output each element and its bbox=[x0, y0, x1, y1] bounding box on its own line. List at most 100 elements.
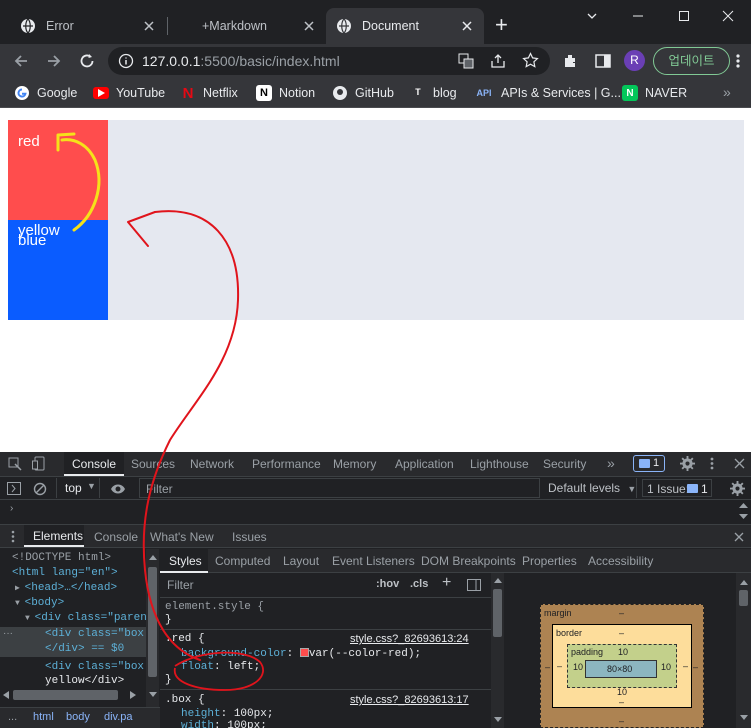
tab-markdown[interactable]: +Markdown bbox=[170, 8, 326, 44]
scroll-down-icon[interactable] bbox=[739, 514, 748, 520]
scrollbar-thumb[interactable] bbox=[148, 567, 157, 677]
red-rule-source-link[interactable]: style.css?_82693613:24 bbox=[350, 633, 469, 645]
hover-state-toggle[interactable]: :hov bbox=[376, 578, 399, 590]
minimize-icon[interactable] bbox=[615, 0, 661, 32]
red-bg-declaration[interactable]: background-color: var(--color-red); bbox=[181, 648, 421, 660]
address-bar[interactable]: 127.0.0.1:5500/basic/index.html bbox=[108, 47, 550, 75]
extensions-icon[interactable] bbox=[562, 52, 580, 70]
drawer-tab-security[interactable]: Security bbox=[543, 457, 586, 471]
console-filter-input[interactable]: Filter bbox=[139, 478, 540, 498]
tab-search-chevron-icon[interactable] bbox=[569, 0, 615, 32]
scroll-up-icon[interactable] bbox=[739, 502, 748, 508]
close-devtools-icon[interactable] bbox=[734, 458, 745, 469]
breadcrumb-html[interactable]: html bbox=[33, 711, 54, 723]
breadcrumb-ellipsis[interactable]: ... bbox=[8, 711, 17, 723]
reload-icon[interactable] bbox=[78, 52, 96, 70]
drawer-tab-memory[interactable]: Memory bbox=[333, 457, 376, 471]
styles-vertical-scrollbar[interactable] bbox=[491, 573, 504, 728]
styles-tab-event-listeners[interactable]: Event Listeners bbox=[332, 554, 415, 568]
back-arrow-icon[interactable] bbox=[12, 52, 30, 70]
scroll-right-icon[interactable] bbox=[130, 691, 136, 699]
more-bookmarks-chevron-icon[interactable]: » bbox=[723, 84, 731, 100]
box-rule-source-link[interactable]: style.css?_82693613:17 bbox=[350, 694, 469, 706]
share-icon[interactable] bbox=[490, 53, 506, 69]
more-tabs-chevron-icon[interactable]: » bbox=[607, 455, 615, 471]
scroll-down-icon[interactable] bbox=[740, 715, 748, 721]
dom-line[interactable]: <!DOCTYPE html> bbox=[12, 552, 111, 564]
close-icon[interactable] bbox=[302, 19, 316, 33]
issues-count-button[interactable]: 1 Issue: 1 bbox=[642, 479, 712, 497]
drawer-tab-network[interactable]: Network bbox=[190, 457, 234, 471]
drawer-tab-console[interactable]: Console bbox=[64, 452, 124, 476]
main-tab-issues[interactable]: Issues bbox=[232, 530, 267, 544]
devtools-kebab-icon[interactable] bbox=[710, 456, 714, 471]
dom-line[interactable]: yellow</div> bbox=[45, 675, 124, 687]
main-tab-elements[interactable]: Elements bbox=[24, 525, 84, 547]
box-model-scrollbar[interactable] bbox=[736, 573, 751, 728]
settings-gear-icon[interactable] bbox=[680, 456, 695, 471]
color-swatch[interactable] bbox=[299, 648, 309, 657]
close-icon[interactable] bbox=[142, 19, 156, 33]
styles-tab-dom-breakpoints[interactable]: DOM Breakpoints bbox=[421, 554, 516, 568]
sidebar-toggle-icon[interactable] bbox=[7, 482, 21, 495]
dom-line[interactable]: ▼ <div class="parent" bbox=[25, 612, 146, 624]
class-toggle[interactable]: .cls bbox=[410, 578, 428, 590]
bookmark-notion[interactable]: N Notion bbox=[256, 84, 315, 102]
drag-handle-icon[interactable] bbox=[11, 530, 15, 543]
profile-avatar[interactable]: R bbox=[624, 50, 645, 71]
dom-line[interactable]: ▼ <body> bbox=[15, 597, 64, 609]
red-rule-selector[interactable]: .red { bbox=[165, 633, 205, 645]
main-tab-whats-new[interactable]: What's New bbox=[150, 530, 214, 544]
styles-tab-layout[interactable]: Layout bbox=[283, 554, 319, 568]
info-icon[interactable] bbox=[118, 53, 134, 69]
bookmark-blog[interactable]: ᵀ blog bbox=[410, 84, 456, 102]
new-style-rule-icon[interactable]: + bbox=[442, 574, 451, 592]
scroll-down-icon[interactable] bbox=[149, 692, 157, 698]
dom-vertical-scrollbar[interactable] bbox=[146, 549, 159, 707]
tab-error[interactable]: Error bbox=[10, 8, 166, 44]
maximize-icon[interactable] bbox=[661, 0, 707, 32]
menu-kebab-icon[interactable] bbox=[735, 52, 741, 70]
bookmark-netflix[interactable]: N Netflix bbox=[180, 84, 238, 102]
bookmark-google[interactable]: Google bbox=[14, 84, 77, 102]
bookmark-apis[interactable]: API APIs & Services | G... bbox=[474, 84, 620, 102]
scrollbar-thumb[interactable] bbox=[493, 589, 502, 637]
horizontal-scrollbar[interactable] bbox=[13, 690, 118, 700]
breadcrumb-body[interactable]: body bbox=[66, 711, 90, 723]
dom-line[interactable]: <div class="box y bbox=[45, 661, 146, 673]
close-drawer-icon[interactable] bbox=[734, 532, 744, 542]
styles-tab-accessibility[interactable]: Accessibility bbox=[588, 554, 653, 568]
dom-line[interactable]: ▶ <head>…</head> bbox=[15, 582, 117, 594]
red-float-declaration[interactable]: float: left; bbox=[181, 661, 260, 673]
dom-line[interactable]: <html lang="en"> bbox=[12, 567, 118, 579]
update-button[interactable]: 업데이트 bbox=[653, 47, 730, 75]
scrollbar-thumb[interactable] bbox=[739, 590, 748, 606]
drawer-tab-application[interactable]: Application bbox=[395, 457, 454, 471]
bookmark-youtube[interactable]: YouTube bbox=[93, 84, 165, 102]
log-levels-dropdown[interactable]: Default levels ▼ bbox=[548, 481, 636, 495]
translate-icon[interactable] bbox=[458, 53, 474, 69]
styles-filter-input[interactable]: Filter bbox=[162, 575, 366, 595]
styles-tab-computed[interactable]: Computed bbox=[215, 554, 270, 568]
box-height-declaration[interactable]: height: 100px; bbox=[181, 708, 273, 720]
scroll-down-icon[interactable] bbox=[494, 717, 502, 723]
scroll-left-icon[interactable] bbox=[3, 691, 9, 699]
scroll-up-icon[interactable] bbox=[740, 579, 748, 585]
styles-tab-properties[interactable]: Properties bbox=[522, 554, 577, 568]
box-width-declaration[interactable]: width: 100px; bbox=[181, 720, 267, 728]
drawer-tab-sources[interactable]: Sources bbox=[131, 457, 175, 471]
side-panel-icon[interactable] bbox=[594, 52, 612, 70]
forward-arrow-icon[interactable] bbox=[45, 52, 63, 70]
context-selector[interactable]: top ▼ bbox=[56, 478, 100, 498]
issues-badge-button[interactable]: 1 bbox=[633, 455, 665, 472]
clear-console-icon[interactable] bbox=[33, 482, 47, 496]
close-icon[interactable] bbox=[460, 19, 474, 33]
breadcrumb-div-parent[interactable]: div.pa bbox=[104, 711, 133, 723]
inspect-element-icon[interactable] bbox=[8, 457, 22, 471]
box-model-content[interactable]: 80×80 bbox=[585, 660, 657, 678]
device-toolbar-icon[interactable] bbox=[32, 456, 46, 471]
toggle-sidebar-icon[interactable] bbox=[467, 579, 481, 591]
scroll-up-icon[interactable] bbox=[494, 577, 502, 583]
tab-document[interactable]: Document bbox=[326, 8, 484, 44]
main-tab-console[interactable]: Console bbox=[94, 530, 138, 544]
